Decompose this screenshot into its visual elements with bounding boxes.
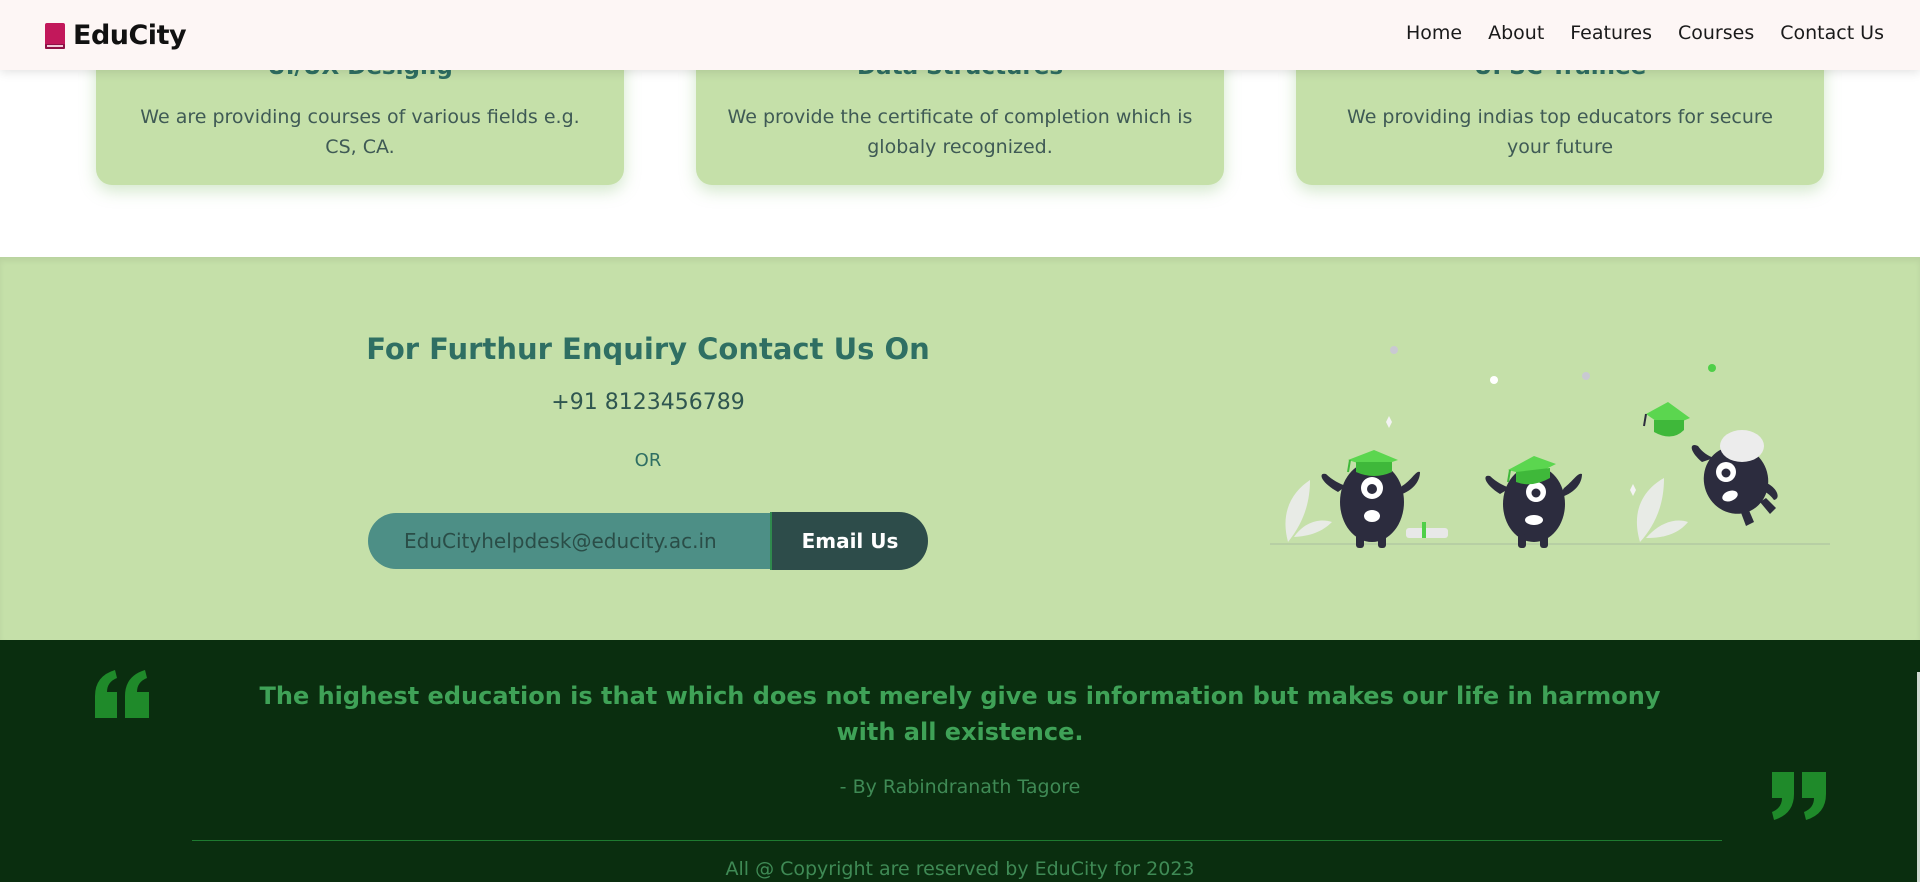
footer-divider bbox=[192, 840, 1722, 841]
nav-contact-us[interactable]: Contact Us bbox=[1780, 22, 1884, 44]
nav-home[interactable]: Home bbox=[1406, 22, 1462, 44]
nav-features[interactable]: Features bbox=[1570, 22, 1652, 44]
card-description: We provide the certificate of completion… bbox=[727, 106, 1193, 158]
nav-about[interactable]: About bbox=[1488, 22, 1544, 44]
quote-close-icon bbox=[1772, 772, 1826, 820]
card-description: We providing indias top educators for se… bbox=[1347, 106, 1773, 158]
book-icon bbox=[45, 22, 65, 49]
graduation-illustration bbox=[1270, 346, 1830, 548]
contact-or: OR bbox=[634, 450, 662, 471]
card-description: We are providing courses of various fiel… bbox=[140, 106, 580, 158]
logo[interactable]: EduCity bbox=[44, 20, 187, 51]
contact-title: For Furthur Enquiry Contact Us On bbox=[366, 332, 930, 366]
email-us-button[interactable]: Email Us bbox=[770, 512, 928, 570]
quote-open-icon bbox=[95, 670, 149, 718]
quote-author: - By Rabindranath Tagore bbox=[839, 776, 1081, 798]
nav-menu: Home About Features Courses Contact Us bbox=[1380, 22, 1884, 44]
contact-section: For Furthur Enquiry Contact Us On +91 81… bbox=[0, 257, 1920, 640]
contact-phone: +91 8123456789 bbox=[551, 390, 745, 415]
brand-name: EduCity bbox=[73, 20, 187, 51]
navbar: EduCity Home About Features Courses Cont… bbox=[0, 0, 1920, 70]
copyright-text: All @ Copyright are reserved by EduCity … bbox=[725, 858, 1195, 880]
quote-text: The highest education is that which does… bbox=[259, 682, 1661, 746]
email-field[interactable] bbox=[368, 513, 772, 569]
footer: The highest education is that which does… bbox=[0, 640, 1920, 882]
nav-courses[interactable]: Courses bbox=[1678, 22, 1754, 44]
